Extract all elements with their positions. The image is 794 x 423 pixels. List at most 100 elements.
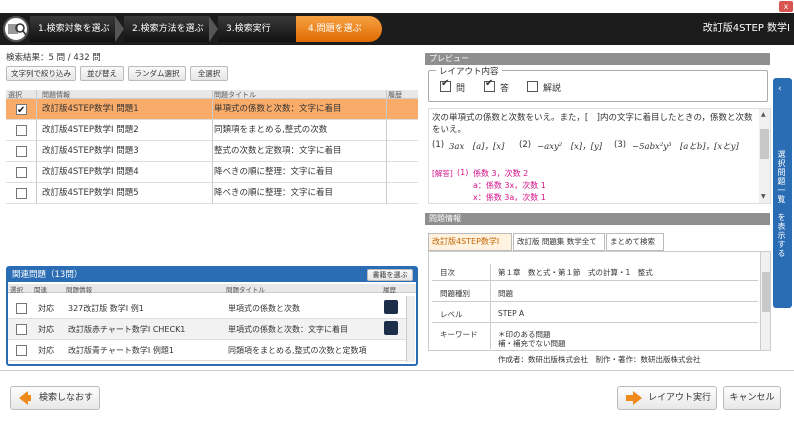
info-row-level: レベル STEP A [432,306,758,323]
answer-line-3: x：係数 3a，次数 1 [473,193,546,202]
select-book-button[interactable]: 書籍を選ぶ [367,269,413,281]
row-title: 降べきの順に整理：文字に着目 [214,167,334,177]
arrow-right-tail [626,395,633,401]
row-title: 単項式の係数と次数：文字に着目 [228,325,348,334]
info-scrollbar[interactable] [760,252,770,350]
row-title: 単項式の係数と次数：文字に着目 [214,104,342,114]
publisher-credit: 作成者：数研出版株式会社 制作・著作：数研出版株式会社 [498,355,701,364]
scroll-up-icon[interactable]: ▲ [761,111,766,118]
row-checkbox[interactable] [16,188,27,199]
search-app-icon [3,16,29,42]
search-result-count: 検索結果：5 問 / 432 問 [6,53,101,63]
step-4-select-problem[interactable]: 4.問題を選ぶ [296,16,382,42]
select-all-button[interactable]: 全選択 [190,66,228,81]
info-key: レベル [440,310,463,319]
related-row[interactable]: 対応 改訂版赤チャート数学Ⅰ CHECK1 単項式の係数と次数：文字に着目 [8,319,406,340]
tab-bulk-search[interactable]: まとめて検索 [606,233,664,251]
row-info: 改訂版青チャート数学Ⅰ 例題1 [68,346,174,355]
col-title: 問題タイトル [226,286,265,294]
q1-expression: 3ax [a]，[x] [449,142,505,152]
option-question-checkbox[interactable]: ✔ [440,78,451,92]
q2-expression: −axy² [x]，[y] [537,142,603,152]
answer-line-1: 係数 3，次数 2 [473,169,529,178]
info-value: 問題 [498,289,513,298]
info-value: STEP A [498,309,525,318]
grid-divider [36,90,37,204]
step-1-select-target[interactable]: 1.検索対象を選ぶ [30,16,115,42]
window-titlebar [0,0,794,13]
scroll-thumb[interactable] [762,272,770,312]
related-scrollbar[interactable] [406,296,415,362]
answer-number: (1) [457,168,469,177]
row-checkbox[interactable] [16,345,27,356]
answer-line-2: a：係数 3x，次数 1 [473,181,546,190]
q3-number: (3) [614,140,627,150]
row-info: 改訂版4STEP数学Ⅰ 問題3 [42,146,139,156]
sort-button[interactable]: 並び替え [80,66,124,81]
preview-scrollbar[interactable]: ▲ ▼ [759,109,770,203]
tab-all-books[interactable]: 改訂版 問題集 数学全て [513,233,605,251]
scroll-thumb[interactable] [760,129,769,159]
preview-content: 次の単項式の係数と次数をいえ。また，[ ]内の文字に着目したときの，係数と次数を… [428,108,771,204]
row-info: 改訂版4STEP数学Ⅰ 問題5 [42,188,139,198]
col-info: 問題情報 [66,286,92,294]
step-separator-icon [115,16,124,42]
row-checkbox[interactable] [16,100,27,121]
row-title: 単項式の係数と次数 [228,304,300,313]
option-explanation-label: 解説 [543,84,562,94]
save-disk-icon[interactable] [384,321,398,335]
filter-by-text-button[interactable]: 文字列で絞り込み [6,66,76,81]
info-row-keyword: キーワード ＊印のある問題 補・補充でない問題 [432,326,758,349]
related-row[interactable]: 対応 327改訂版 数学Ⅰ 例1 単項式の係数と次数 [8,298,406,319]
preview-question-text: 次の単項式の係数と次数をいえ。また，[ ]内の文字に着目したときの，係数と次数を… [432,113,753,135]
step-separator-icon [209,16,218,42]
answer-tag: [解答] [432,169,453,178]
save-disk-icon[interactable] [384,300,398,314]
grid-divider [386,90,387,204]
option-question-label: 問 [456,84,466,94]
row-checkbox[interactable] [16,146,27,157]
info-divider [490,264,491,349]
run-layout-button[interactable]: レイアウト実行 [617,386,717,410]
info-key: キーワード [440,330,478,339]
step-3-run-search[interactable]: 3.検索実行 [218,16,298,42]
chevron-left-icon[interactable]: ‹ [778,84,782,94]
info-key: 目次 [440,268,455,277]
row-title: 同類項をまとめる,整式の次数と定数項 [228,346,367,355]
grid-divider [212,90,213,204]
step-2-select-method[interactable]: 2.検索方法を選ぶ [124,16,209,42]
scroll-down-icon[interactable]: ▼ [761,193,766,200]
option-answer-checkbox[interactable]: ✔ [484,78,495,92]
row-relation: 対応 [38,346,54,355]
row-checkbox[interactable] [16,167,27,178]
col-relation: 関連 [34,286,47,294]
row-info: 改訂版4STEP数学Ⅰ 問題1 [42,104,139,114]
q2-number: (2) [519,140,532,150]
info-value: 補・補充でない問題 [498,339,566,348]
info-row-type: 問題種別 問題 [432,285,758,302]
search-again-button[interactable]: 検索しなおす [10,386,100,410]
option-explanation-checkbox[interactable] [527,81,538,92]
run-layout-label: レイアウト実行 [648,393,712,403]
row-title: 降べきの順に整理：文字に着目 [214,188,334,198]
related-row[interactable]: 対応 改訂版青チャート数学Ⅰ 例題1 同類項をまとめる,整式の次数と定数項 [8,340,406,361]
row-info: 327改訂版 数学Ⅰ 例1 [68,304,144,313]
tab-4step[interactable]: 改訂版4STEP数学Ⅰ [428,233,512,251]
row-info: 改訂版赤チャート数学Ⅰ CHECK1 [68,325,186,334]
col-history: 履歴 [383,286,396,294]
info-value: 第１章 数と式・第１節 式の計算・1 整式 [498,268,653,277]
row-info: 改訂版4STEP数学Ⅰ 問題4 [42,167,139,177]
row-checkbox[interactable] [16,324,27,335]
window-close-button[interactable]: x [779,1,793,12]
row-checkbox[interactable] [16,303,27,314]
random-select-button[interactable]: ランダム選択 [128,66,186,81]
col-select: 選択 [10,286,23,294]
search-again-label: 検索しなおす [39,393,94,403]
row-title: 整式の次数と定数項：文字に着目 [214,146,342,156]
app-title: 改訂版4STEP 数学Ⅰ [702,23,790,34]
row-checkbox[interactable] [16,125,27,136]
cancel-button[interactable]: キャンセル [723,386,781,410]
preview-header: プレビュー [425,53,770,65]
row-relation: 対応 [38,304,54,313]
arrow-right-icon [633,391,642,405]
